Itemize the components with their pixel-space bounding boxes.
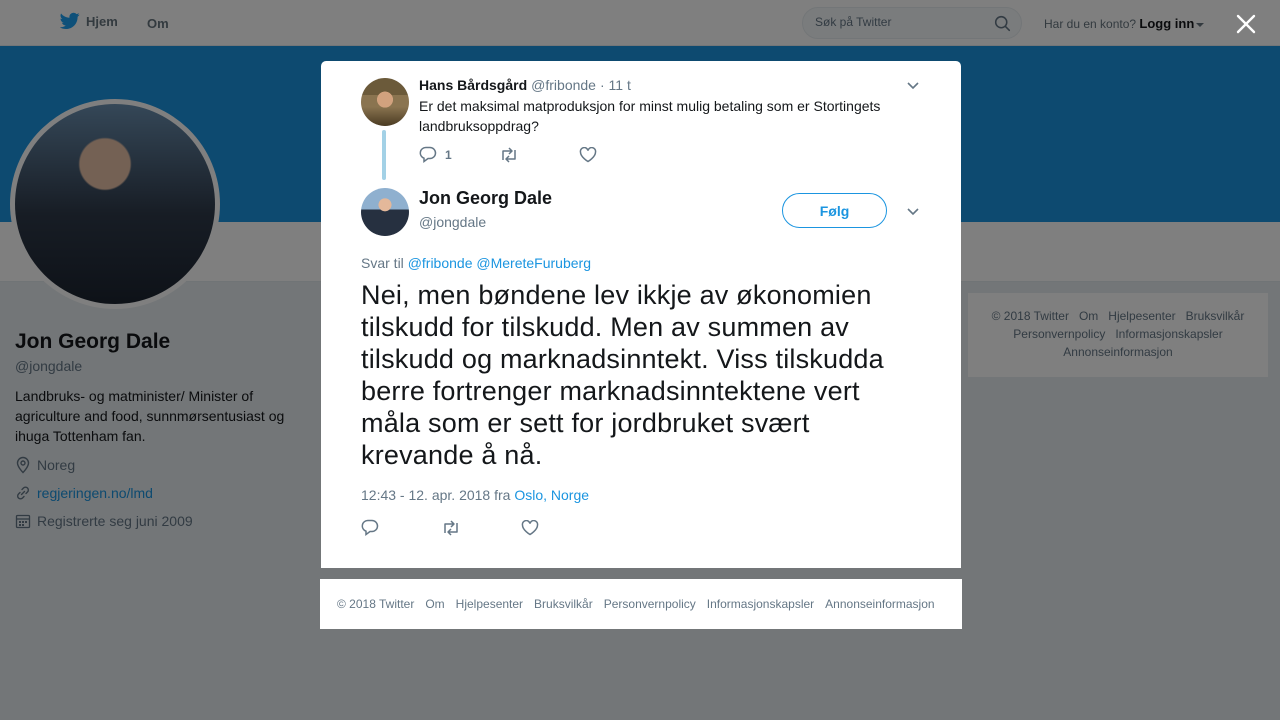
tweet-permalink-modal: Hans Bårdsgård @fribonde · 11 t Er det m… [321, 61, 961, 568]
footer-copyright: © 2018 Twitter [337, 597, 415, 611]
conversation-thread-line [382, 130, 386, 180]
reply-button[interactable]: 1 [419, 146, 499, 163]
main-tweet-actions [361, 519, 539, 536]
footer-link-cookies[interactable]: Informasjonskapsler [707, 597, 814, 611]
parent-tweet-time[interactable]: · 11 t [600, 77, 631, 93]
footer-link-about[interactable]: Om [425, 597, 444, 611]
like-button[interactable] [579, 146, 597, 163]
reply-count: 1 [445, 147, 452, 162]
main-tweet-metadata: 12:43 - 12. apr. 2018 fra Oslo, Norge [361, 487, 589, 503]
reply-context: Svar til @fribonde @MereteFuruberg [361, 255, 591, 271]
main-tweet-location-link[interactable]: Oslo, Norge [514, 487, 589, 503]
main-tweet-text: Nei, men bøndene lev ikkje av økonomien … [361, 280, 884, 470]
close-icon[interactable] [1232, 10, 1260, 38]
reply-to-label: Svar til [361, 255, 404, 271]
parent-tweet-author-handle[interactable]: @fribonde [531, 77, 596, 93]
parent-tweet-author-name[interactable]: Hans Bårdsgård [419, 77, 527, 93]
footer-link-help[interactable]: Hjelpesenter [456, 597, 523, 611]
parent-tweet-avatar[interactable] [361, 78, 409, 126]
main-tweet-author-name[interactable]: Jon Georg Dale [419, 188, 552, 209]
retweet-icon [444, 519, 458, 536]
heart-icon [579, 146, 597, 162]
retweet-button[interactable] [441, 519, 521, 536]
footer-link-terms[interactable]: Bruksvilkår [534, 597, 593, 611]
footer-link-privacy[interactable]: Personvernpolicy [604, 597, 696, 611]
main-tweet-avatar[interactable] [361, 188, 409, 236]
follow-button[interactable]: Følg [782, 193, 887, 228]
parent-tweet-header: Hans Bårdsgård @fribonde · 11 t [419, 77, 631, 93]
reply-mention-link[interactable]: @MereteFuruberg [476, 255, 591, 271]
parent-tweet-actions: 1 [419, 146, 597, 163]
reply-button[interactable] [361, 519, 441, 536]
chevron-down-icon[interactable] [906, 204, 920, 218]
like-button[interactable] [521, 519, 539, 536]
retweet-button[interactable] [499, 146, 579, 163]
modal-footer: © 2018 Twitter Om Hjelpesenter Bruksvilk… [320, 579, 962, 629]
heart-icon [521, 519, 539, 535]
parent-tweet-text: Er det maksimal matproduksjon for minst … [419, 98, 881, 134]
reply-icon [361, 519, 379, 536]
reply-mention-link[interactable]: @fribonde [408, 255, 473, 271]
footer-link-ads-info[interactable]: Annonseinformasjon [825, 597, 934, 611]
main-tweet-timestamp[interactable]: 12:43 - 12. apr. 2018 fra [361, 487, 510, 503]
chevron-down-icon[interactable] [906, 78, 920, 92]
retweet-icon [502, 146, 516, 163]
main-tweet-author-handle[interactable]: @jongdale [419, 214, 486, 230]
reply-icon [419, 146, 437, 163]
